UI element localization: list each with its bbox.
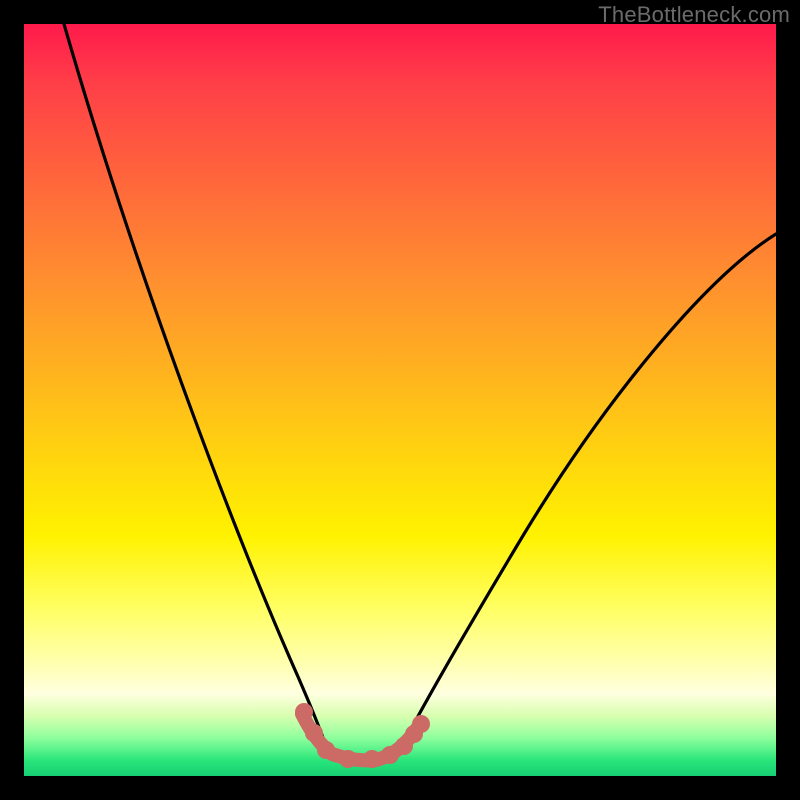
left-branch [64,24,326,746]
right-branch [402,234,776,746]
source-watermark: TheBottleneck.com [598,2,790,28]
curves-svg [24,24,776,776]
chart-frame: TheBottleneck.com [0,0,800,800]
plot-area [24,24,776,776]
